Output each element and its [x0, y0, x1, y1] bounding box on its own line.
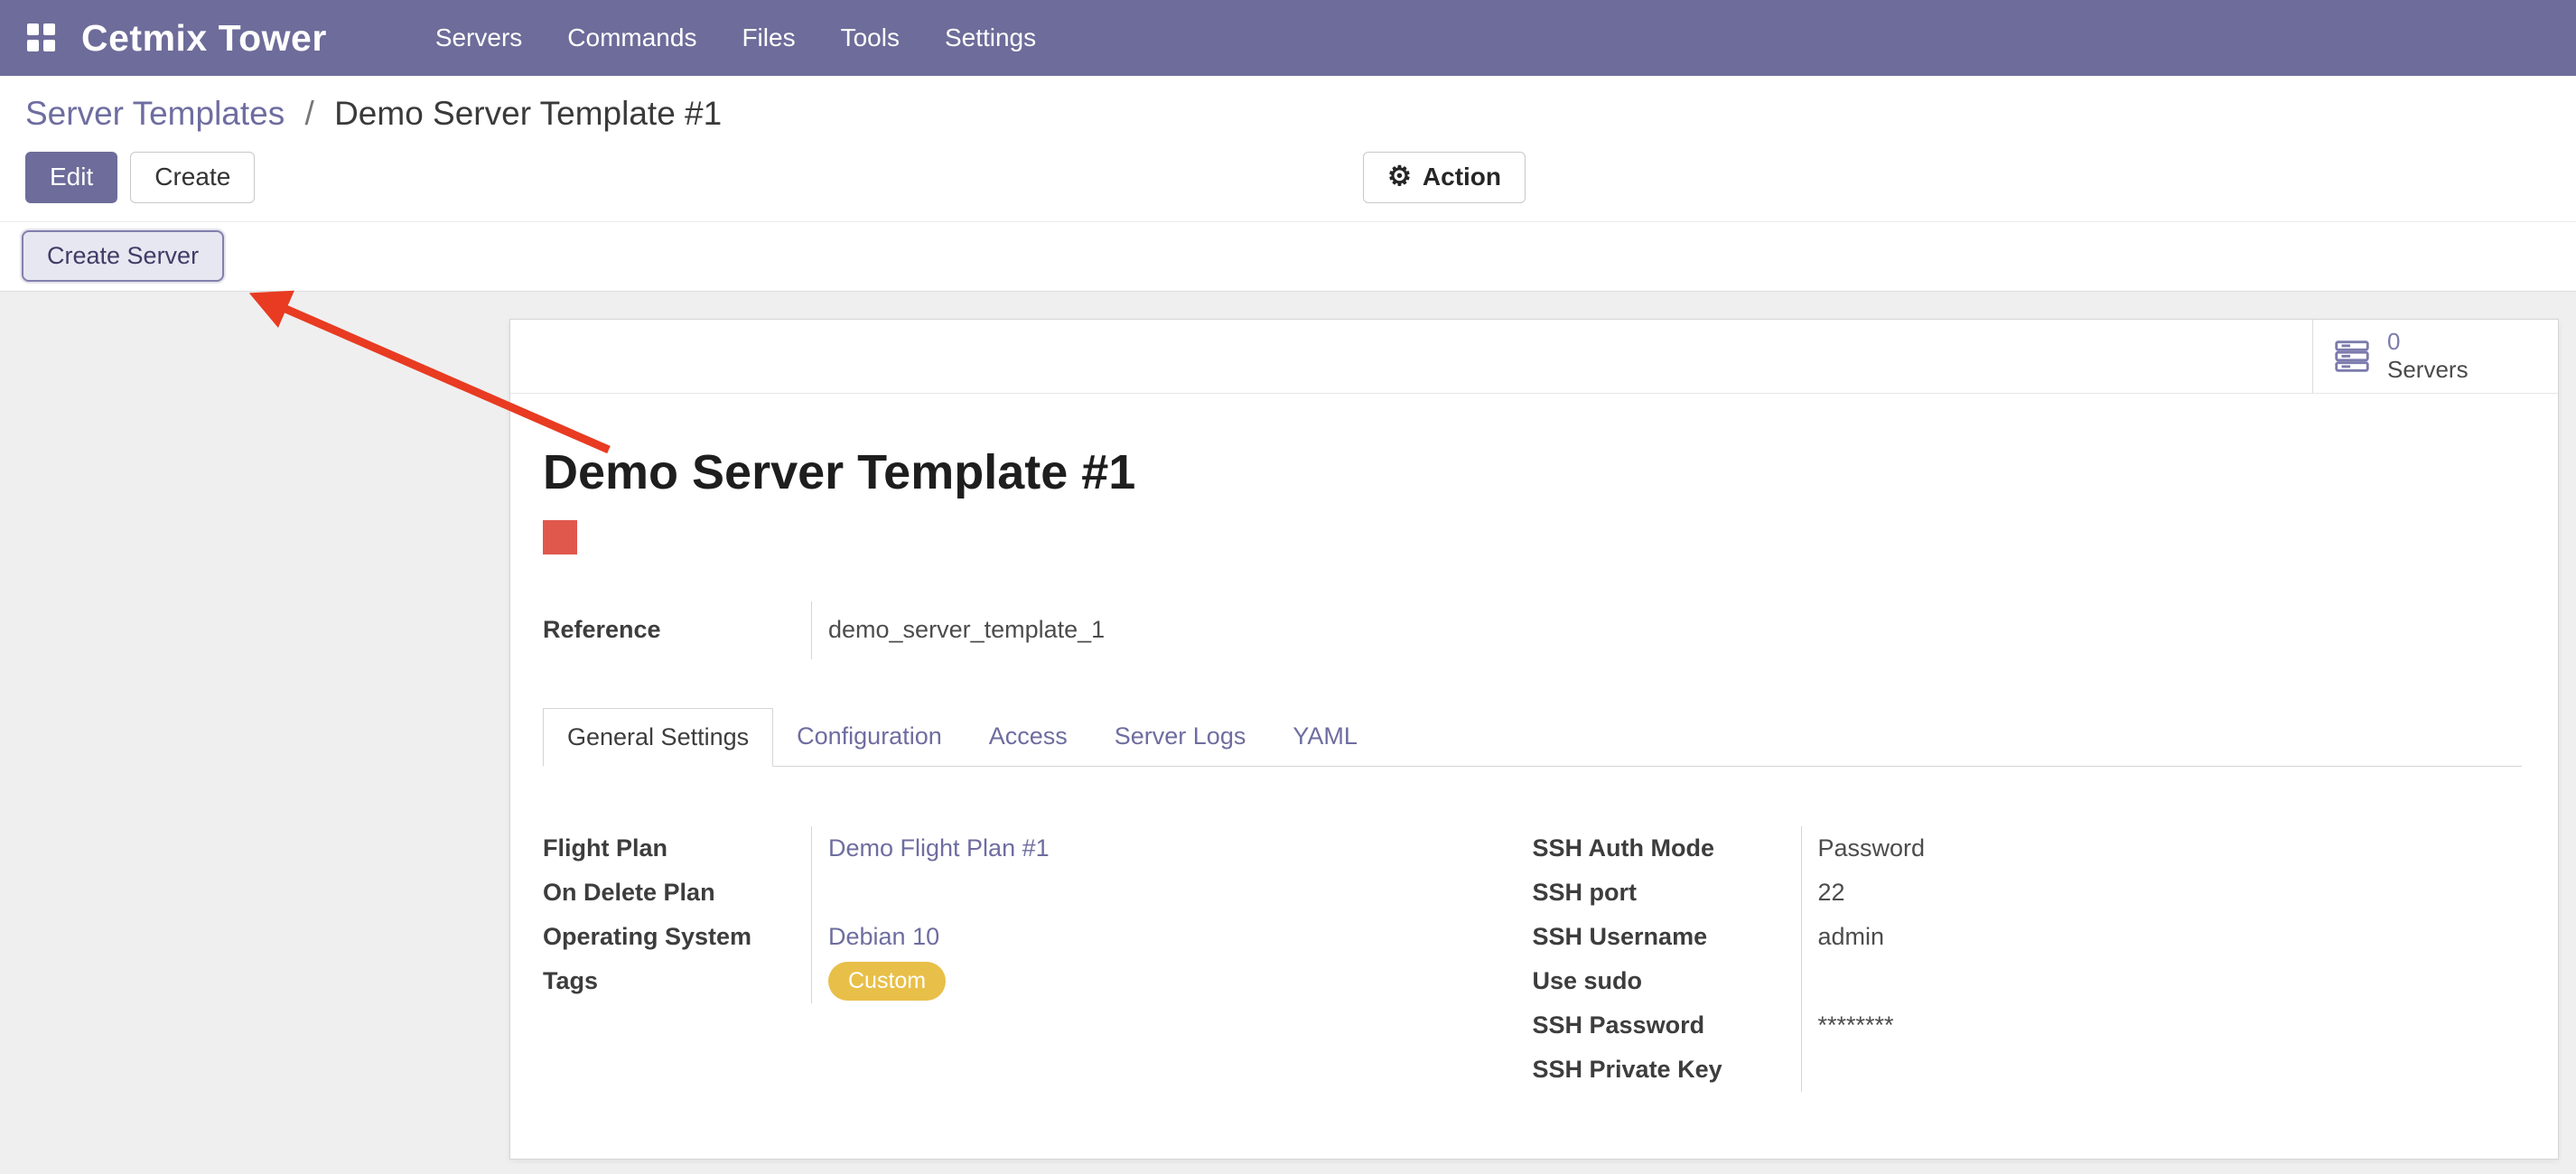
tag-custom: Custom — [828, 962, 946, 1001]
tags-label: Tags — [543, 959, 811, 1003]
color-swatch — [543, 520, 577, 554]
breadcrumb-server-templates[interactable]: Server Templates — [25, 95, 285, 132]
tab-content-general-settings: Flight Plan Demo Flight Plan #1 On Delet… — [543, 826, 2522, 1092]
ssh-private-key-label: SSH Private Key — [1533, 1048, 1801, 1092]
breadcrumb: Server Templates / Demo Server Template … — [25, 85, 2551, 137]
brand-title[interactable]: Cetmix Tower — [81, 17, 327, 60]
ssh-password-label: SSH Password — [1533, 1003, 1801, 1048]
gear-icon: ⚙ — [1387, 163, 1412, 191]
record-title: Demo Server Template #1 — [543, 444, 2522, 500]
ssh-port-label: SSH port — [1533, 871, 1801, 915]
tags-value: Custom — [811, 959, 1533, 1003]
statusbar: Create Server — [0, 221, 2576, 292]
tab-yaml[interactable]: YAML — [1269, 708, 1381, 766]
create-button[interactable]: Create — [130, 152, 255, 203]
main-menu: Servers Commands Files Tools Settings — [434, 16, 1038, 60]
servers-stat-text: 0 Servers — [2387, 328, 2469, 384]
ssh-port-value: 22 — [1801, 871, 2523, 915]
apps-grid-icon[interactable] — [27, 23, 56, 52]
menu-item-files[interactable]: Files — [740, 16, 797, 60]
ssh-auth-mode-value: Password — [1801, 826, 2523, 871]
sheet-body: Demo Server Template #1 Reference demo_s… — [510, 394, 2558, 1092]
servers-count: 0 — [2387, 328, 2469, 356]
tab-access[interactable]: Access — [966, 708, 1091, 766]
ssh-username-value: admin — [1801, 915, 2523, 959]
fields-right-column: SSH Auth Mode Password SSH port 22 SSH U… — [1533, 826, 2523, 1092]
tab-general-settings[interactable]: General Settings — [543, 708, 773, 767]
reference-value: demo_server_template_1 — [811, 601, 2522, 659]
operating-system-label: Operating System — [543, 915, 811, 959]
create-server-button[interactable]: Create Server — [22, 230, 224, 282]
reference-group: Reference demo_server_template_1 — [543, 601, 2522, 659]
control-panel-buttons: Edit Create ⚙ Action — [25, 137, 2551, 221]
menu-item-commands[interactable]: Commands — [565, 16, 698, 60]
menu-item-servers[interactable]: Servers — [434, 16, 524, 60]
servers-stat-button[interactable]: 0 Servers — [2312, 320, 2558, 393]
menu-item-settings[interactable]: Settings — [943, 16, 1038, 60]
menu-item-tools[interactable]: Tools — [839, 16, 901, 60]
notebook-tabs: General Settings Configuration Access Se… — [543, 708, 2522, 767]
operating-system-value[interactable]: Debian 10 — [811, 915, 1533, 959]
stat-button-box: 0 Servers — [510, 320, 2558, 394]
breadcrumb-current: Demo Server Template #1 — [334, 95, 722, 132]
servers-label: Servers — [2387, 356, 2469, 384]
use-sudo-label: Use sudo — [1533, 959, 1801, 1003]
servers-icon — [2331, 335, 2373, 377]
flight-plan-label: Flight Plan — [543, 826, 811, 871]
ssh-username-label: SSH Username — [1533, 915, 1801, 959]
control-panel: Server Templates / Demo Server Template … — [0, 76, 2576, 221]
breadcrumb-separator: / — [305, 95, 314, 132]
fields-left-column: Flight Plan Demo Flight Plan #1 On Delet… — [543, 826, 1533, 1092]
on-delete-plan-value — [811, 871, 1533, 915]
tab-server-logs[interactable]: Server Logs — [1091, 708, 1270, 766]
tab-configuration[interactable]: Configuration — [773, 708, 966, 766]
ssh-private-key-value — [1801, 1048, 2523, 1092]
ssh-auth-mode-label: SSH Auth Mode — [1533, 826, 1801, 871]
reference-label: Reference — [543, 601, 811, 659]
content-area: 0 Servers Demo Server Template #1 Refere… — [0, 292, 2576, 1174]
flight-plan-value[interactable]: Demo Flight Plan #1 — [811, 826, 1533, 871]
action-button[interactable]: ⚙ Action — [1363, 152, 1526, 203]
edit-button[interactable]: Edit — [25, 152, 117, 203]
form-sheet: 0 Servers Demo Server Template #1 Refere… — [509, 319, 2559, 1160]
on-delete-plan-label: On Delete Plan — [543, 871, 811, 915]
action-button-label: Action — [1423, 163, 1501, 191]
top-navbar: Cetmix Tower Servers Commands Files Tool… — [0, 0, 2576, 76]
use-sudo-value — [1801, 959, 2523, 1003]
ssh-password-value: ******** — [1801, 1003, 2523, 1048]
